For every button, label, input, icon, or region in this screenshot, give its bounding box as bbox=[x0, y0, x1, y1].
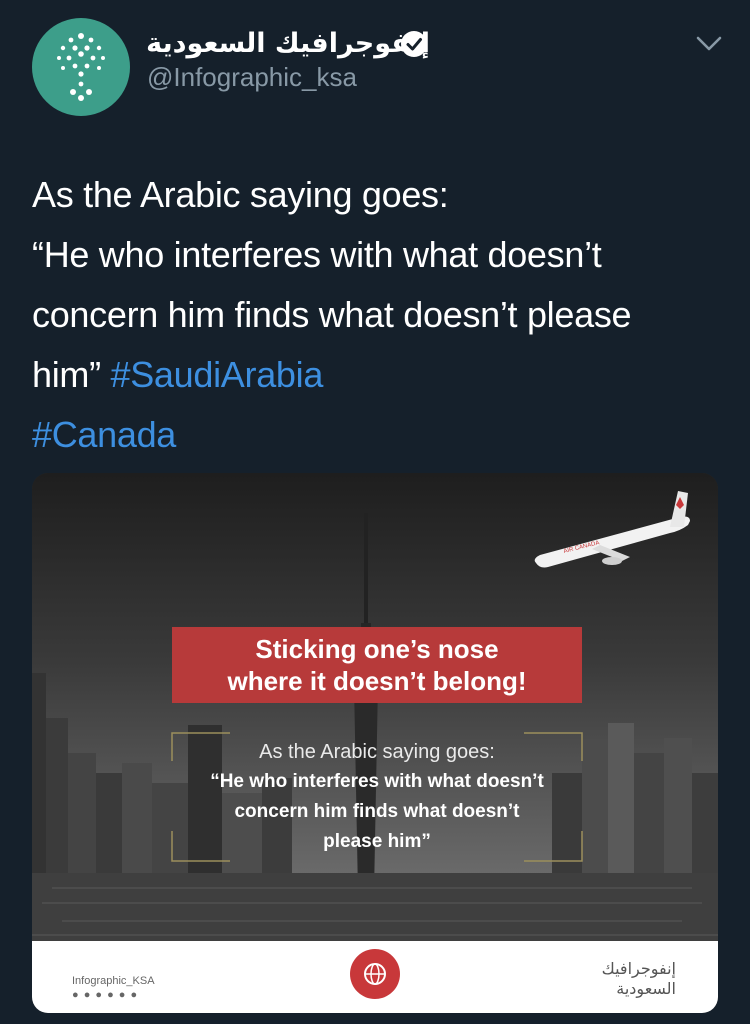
footer-arabic-line: السعودية bbox=[616, 979, 676, 998]
tweet-text-line: concern him finds what doesn’t please bbox=[32, 294, 632, 335]
infographic-ksa-logo-icon bbox=[57, 33, 105, 101]
media-footer: Infographic_KSA ● ● ● ● ● ● إنفوجرافيك ا… bbox=[32, 941, 718, 1013]
globe-icon bbox=[350, 949, 400, 999]
tweet-card[interactable]: إنفوجرافيك السعودية @Infographic_ksa As … bbox=[0, 0, 750, 1024]
footer-arabic-line: إنفوجرافيك bbox=[601, 959, 676, 978]
hashtag-canada-link[interactable]: #Canada bbox=[32, 414, 176, 455]
tweet-text-line: As the Arabic saying goes: bbox=[32, 174, 449, 215]
media-image[interactable]: AIR CANADA Sticking one’s nose where it … bbox=[32, 473, 718, 1013]
footer-brand-arabic: إنفوجرافيك السعودية bbox=[602, 959, 676, 999]
tweet-text-line: “He who interferes with what doesn’t bbox=[32, 234, 602, 275]
tweet-text: As the Arabic saying goes: “He who inter… bbox=[32, 165, 722, 465]
quote-heading: As the Arabic saying goes: bbox=[259, 741, 495, 763]
tweet-text-line: him” bbox=[32, 354, 101, 395]
verified-badge-icon bbox=[401, 31, 427, 57]
display-name[interactable]: إنفوجرافيك السعودية bbox=[146, 28, 430, 59]
footer-brand-name: Infographic_KSA bbox=[72, 975, 155, 987]
chevron-down-icon[interactable] bbox=[695, 34, 723, 54]
social-icons: ● ● ● ● ● ● bbox=[72, 989, 139, 1001]
avatar[interactable] bbox=[32, 18, 130, 116]
airplane-graphic: AIR CANADA bbox=[534, 491, 690, 568]
quote-line: concern him finds what doesn’t bbox=[234, 801, 520, 822]
hashtag-saudiarabia-link[interactable]: #SaudiArabia bbox=[111, 354, 324, 395]
banner-line: Sticking one’s nose bbox=[255, 634, 499, 664]
banner-line: where it doesn’t belong! bbox=[227, 666, 527, 696]
user-handle[interactable]: @Infographic_ksa bbox=[147, 62, 357, 93]
quote-line: please him” bbox=[323, 831, 431, 852]
headline-banner: Sticking one’s nose where it doesn’t bel… bbox=[172, 627, 582, 703]
quote-line: “He who interferes with what doesn’t bbox=[210, 771, 544, 792]
quote-box: As the Arabic saying goes: “He who inter… bbox=[170, 731, 584, 863]
